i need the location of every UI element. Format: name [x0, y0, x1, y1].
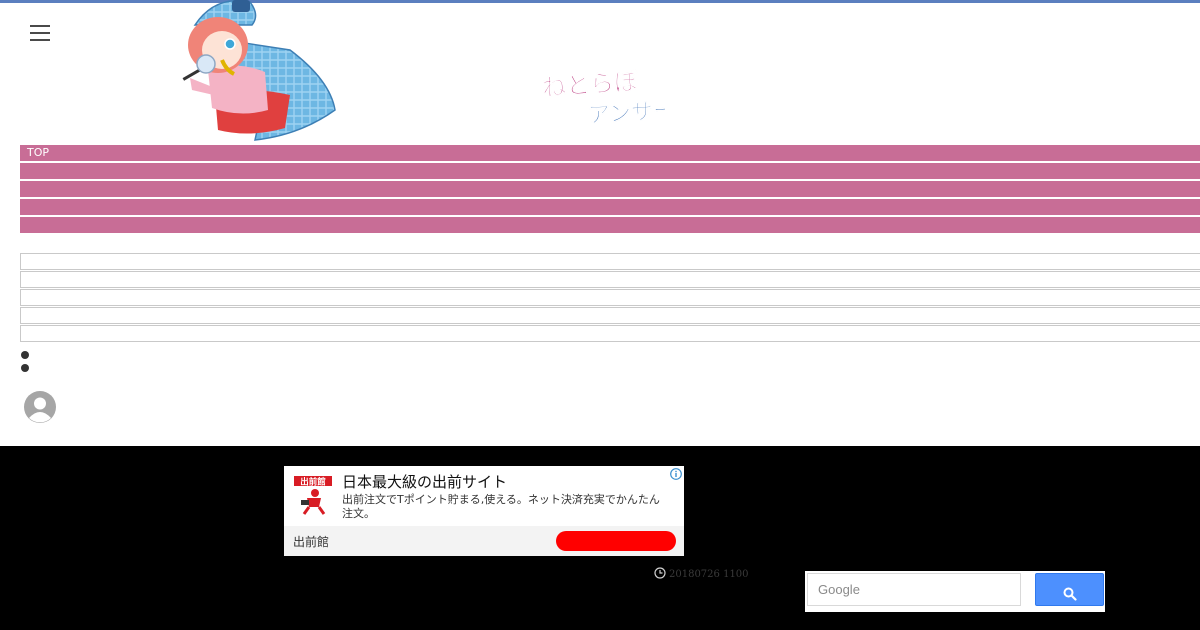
nav-item-top[interactable]: TOP [20, 145, 1200, 161]
list-item[interactable] [20, 289, 1200, 306]
search-input[interactable] [807, 573, 1021, 606]
nav-item[interactable] [20, 163, 1200, 179]
main-nav: TOP [20, 145, 1200, 235]
list-item[interactable] [20, 271, 1200, 288]
logo-line1: ねとらぼ [541, 67, 640, 102]
bullet-list [21, 351, 29, 377]
svg-text:出前館: 出前館 [300, 477, 326, 488]
google-search-box [805, 571, 1105, 612]
ad-cta-button[interactable] [556, 531, 676, 551]
ad-brand-logo: 出前館 [294, 476, 332, 515]
list-item[interactable] [20, 307, 1200, 324]
hamburger-menu-icon[interactable] [30, 23, 50, 43]
ad-advertiser: 出前館 [293, 535, 330, 549]
post-date: 20180726 1100 [654, 567, 749, 580]
clock-icon [654, 567, 666, 579]
ad-description: 出前注文でTポイント貯まる,使える。ネット決済充実でかんたん注文。 [342, 493, 660, 520]
ad-footer: 出前館 [284, 526, 684, 556]
nav-item[interactable] [20, 217, 1200, 233]
ad-banner[interactable]: 出前館 日本最大級の出前サイト 出前注文でTポイント貯まる,使える。ネット決済充… [284, 466, 684, 556]
search-button[interactable] [1035, 573, 1104, 606]
nav-item[interactable] [20, 181, 1200, 197]
detective-girl-mascot [182, 0, 336, 141]
list-item[interactable] [20, 325, 1200, 342]
list-item[interactable] [20, 253, 1200, 270]
site-logo[interactable]: ねとらぼ アンサー [540, 64, 665, 134]
bullet-icon [21, 351, 29, 359]
bullet-icon [21, 364, 29, 372]
page: ねとらぼ アンサー TOP 出前館 日本最大級の出前サイト 出前注文でTポイント… [0, 0, 1200, 630]
avatar[interactable] [24, 391, 56, 423]
search-icon [1063, 587, 1077, 601]
post-date-text: 20180726 1100 [669, 569, 749, 580]
ad-title[interactable]: 日本最大級の出前サイト [342, 471, 507, 492]
logo-line2: アンサー [587, 98, 665, 129]
info-icon[interactable] [670, 468, 682, 480]
nav-item[interactable] [20, 199, 1200, 215]
content-list [20, 253, 1200, 343]
